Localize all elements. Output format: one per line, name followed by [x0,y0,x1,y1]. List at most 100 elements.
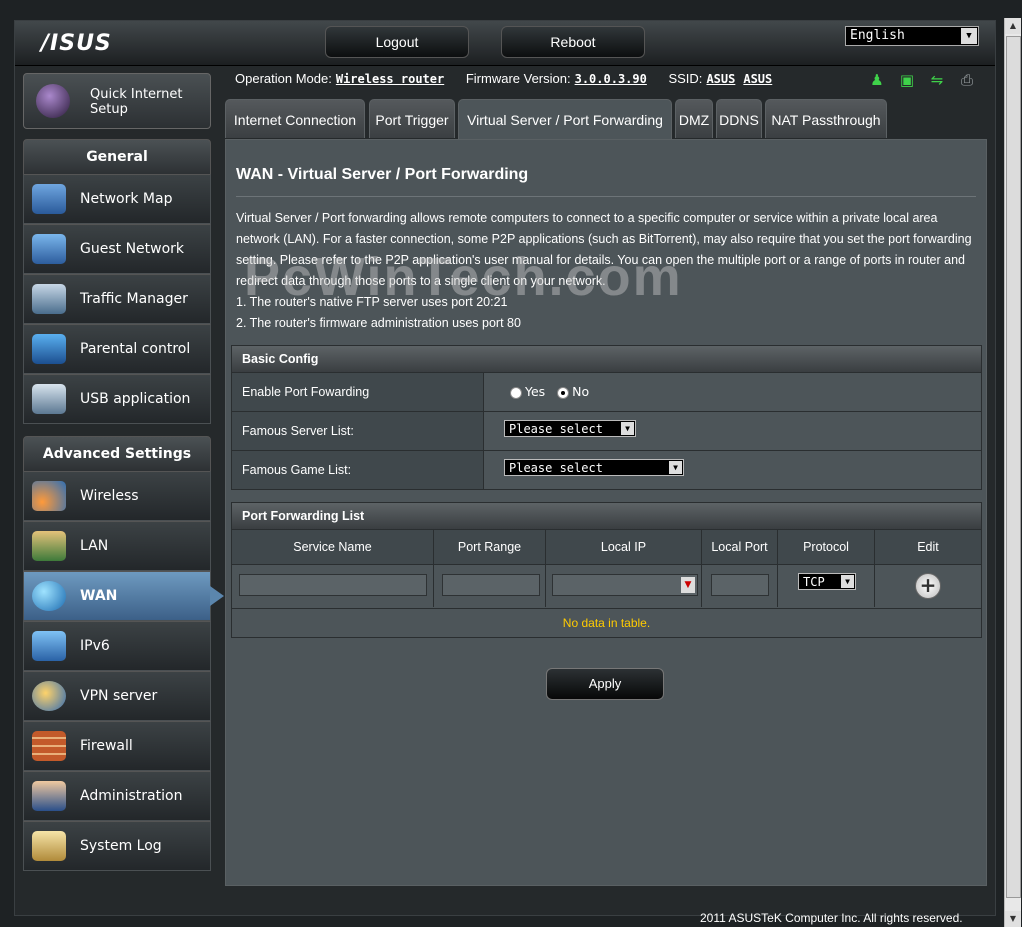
scrollbar-thumb[interactable] [1006,36,1021,898]
sidebar-item-firewall[interactable]: Firewall [23,721,211,771]
sidebar-item-label: IPv6 [80,638,110,654]
page-scrollbar[interactable]: ▲ ▼ [1004,18,1021,927]
quick-internet-setup-label: Quick Internet Setup [90,87,183,117]
sidebar-item-label: System Log [80,838,162,854]
usb-application-icon [32,384,66,414]
tab-internet-connection[interactable]: Internet Connection [225,99,365,138]
column-header-service-name: Service Name [232,530,434,565]
basic-config-title: Basic Config [232,346,981,373]
service-name-cell [232,565,434,607]
sidebar-item-label: LAN [80,538,109,554]
column-header-edit: Edit [875,530,981,565]
port-forwarding-list-panel: Port Forwarding List Service Name Port R… [231,502,982,638]
operation-mode-link[interactable]: Wireless router [336,72,444,86]
no-radio[interactable] [557,386,570,399]
guest-network-icon [32,234,66,264]
sidebar-item-parental-control[interactable]: Parental control [23,324,211,374]
sidebar-item-guest-network[interactable]: Guest Network [23,224,211,274]
port-range-input[interactable] [442,574,540,596]
title-divider [236,196,976,197]
famous-server-label: Famous Server List: [232,412,484,450]
local-ip-cell: ▼ [546,565,702,607]
apply-button[interactable]: Apply [546,668,664,700]
famous-game-value: Please select [509,461,603,475]
ipv6-icon [32,631,66,661]
reboot-button[interactable]: Reboot [501,26,645,58]
sidebar-item-system-log[interactable]: System Log [23,821,211,871]
copyright-footer: 2011 ASUSTeK Computer Inc. All rights re… [700,911,963,925]
sidebar-item-administration[interactable]: Administration [23,771,211,821]
column-header-local-ip: Local IP [546,530,702,565]
firmware-version-label: Firmware Version: [465,71,571,86]
column-header-local-port: Local Port [702,530,778,565]
sidebar-item-label: Administration [80,788,183,804]
tab-dmz[interactable]: DMZ [675,99,713,138]
tab-port-trigger[interactable]: Port Trigger [369,99,455,138]
firmware-version-link[interactable]: 3.0.0.3.90 [575,72,647,86]
famous-game-select[interactable]: Please select ▼ [504,459,684,476]
router-admin-page: /ISUS Logout Reboot English ▼ Quick Inte… [14,20,996,916]
sidebar-item-wireless[interactable]: Wireless [23,471,211,521]
asus-logo: /ISUS [41,31,112,56]
sidebar-item-label: Traffic Manager [80,291,188,307]
sidebar-item-label: Guest Network [80,241,185,257]
tab-ddns[interactable]: DDNS [716,99,762,138]
sidebar-item-label: Parental control [80,341,191,357]
sidebar-item-label: USB application [80,391,191,407]
local-port-input[interactable] [711,574,769,596]
sidebar-item-lan[interactable]: LAN [23,521,211,571]
tab-nat-passthrough[interactable]: NAT Passthrough [765,99,887,138]
port-range-cell [434,565,546,607]
wireless-icon [32,481,66,511]
lan-icon [32,531,66,561]
chevron-down-icon: ▼ [961,28,977,44]
wan-globe-icon [32,581,66,611]
usb-status-icon[interactable]: ⇋ [927,71,947,89]
ssid-label: SSID: [668,71,703,86]
operation-mode-label: Operation Mode: [235,71,332,86]
sidebar-item-label: WAN [80,588,118,604]
firewall-icon [32,731,66,761]
sidebar-item-usb-application[interactable]: USB application [23,374,211,424]
famous-server-value: Please select [509,422,603,436]
protocol-cell: TCP ▼ [778,565,875,607]
sidebar-item-wan[interactable]: WAN [23,571,224,621]
general-section-title: General [23,139,211,175]
ssid-link-1[interactable]: ASUS [706,72,735,86]
advanced-settings-title: Advanced Settings [23,436,211,472]
sidebar-item-vpn-server[interactable]: VPN server [23,671,211,721]
ssid-link-2[interactable]: ASUS [743,72,772,86]
sidebar-item-network-map[interactable]: Network Map [23,174,211,224]
add-rule-button[interactable]: + [915,573,941,599]
scroll-up-icon[interactable]: ▲ [1005,18,1021,34]
quick-internet-setup-button[interactable]: Quick Internet Setup [23,73,211,129]
protocol-select[interactable]: TCP ▼ [798,573,856,590]
parental-control-icon [32,334,66,364]
empty-table-message: No data in table. [232,608,981,637]
vpn-server-icon [32,681,66,711]
tab-virtual-server[interactable]: Virtual Server / Port Forwarding [458,99,672,140]
language-value: English [850,28,905,43]
famous-server-row: Famous Server List: Please select ▼ [232,412,981,451]
status-bar: Operation Mode: Wireless router Firmware … [235,71,772,86]
yes-label: Yes [525,384,546,399]
language-select[interactable]: English ▼ [845,26,979,46]
service-name-input[interactable] [239,574,427,596]
scroll-down-icon[interactable]: ▼ [1005,911,1021,927]
edit-cell: + [875,565,981,607]
printer-status-icon[interactable]: ⎙ [957,71,977,89]
main-content: WAN - Virtual Server / Port Forwarding V… [225,139,987,886]
famous-server-select[interactable]: Please select ▼ [504,420,636,437]
sidebar-item-ipv6[interactable]: IPv6 [23,621,211,671]
sidebar-item-traffic-manager[interactable]: Traffic Manager [23,274,211,324]
local-ip-dropdown-icon[interactable]: ▼ [681,577,695,593]
network-status-icon[interactable]: ▣ [897,71,917,89]
port-forwarding-list-title: Port Forwarding List [232,503,981,530]
yes-radio[interactable] [510,386,522,399]
user-status-icon[interactable]: ♟ [867,71,887,89]
protocol-value: TCP [803,575,825,589]
local-ip-input[interactable]: ▼ [552,574,698,596]
enable-port-forwarding-options: Yes No [510,373,589,411]
basic-config-panel: Basic Config Enable Port Fowarding Yes N… [231,345,982,490]
logout-button[interactable]: Logout [325,26,469,58]
